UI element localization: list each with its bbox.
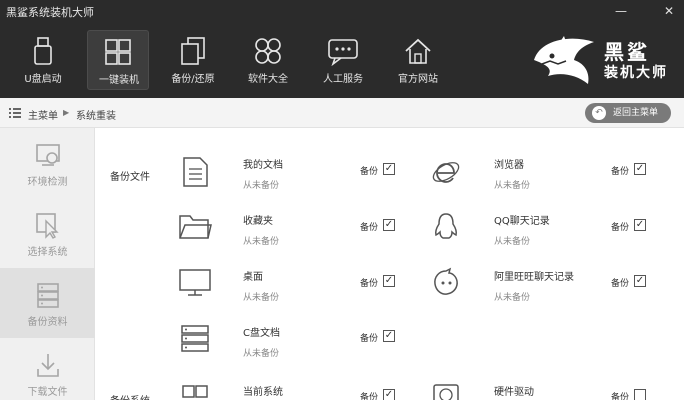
backup-label: 备份 — [360, 223, 379, 233]
sidebar: 环境检测 选择系统 备份资料 下载文件 — [0, 128, 95, 400]
back-button-label: 返回主菜单 — [613, 108, 659, 118]
apps-grid-icon — [255, 38, 281, 64]
item-title-c-drive-docs: C盘文档 — [243, 328, 280, 339]
backup-label: 备份 — [360, 334, 379, 344]
item-status: 从未备份 — [494, 293, 531, 303]
checkbox-current-system[interactable]: ✓ — [383, 389, 395, 400]
drive-stack-icon — [181, 325, 209, 352]
list-menu-icon — [9, 108, 21, 118]
backup-label: 备份 — [360, 279, 379, 289]
item-status: 从未备份 — [243, 237, 280, 247]
checkbox-browser[interactable]: ✓ — [634, 163, 646, 175]
home-icon — [405, 38, 431, 64]
minimize-icon[interactable]: — — [612, 4, 630, 18]
nav-label: 一键装机 — [99, 75, 139, 86]
windows-icon — [105, 39, 131, 65]
wangwang-icon — [434, 267, 458, 295]
back-to-main-button[interactable]: ↶ 返回主菜单 — [585, 103, 671, 123]
item-title-desktop: 桌面 — [243, 272, 263, 283]
folder-icon — [179, 215, 212, 239]
checkbox-my-documents[interactable]: ✓ — [383, 163, 395, 175]
checkbox-hardware-driver[interactable] — [634, 389, 646, 400]
item-title-current-system: 当前系统 — [243, 387, 283, 398]
breadcrumb-home[interactable]: 主菜单 — [28, 107, 58, 122]
windows-icon — [182, 385, 208, 398]
backup-label: 备份 — [611, 223, 630, 233]
backup-label: 备份 — [360, 167, 379, 177]
nav-label: 人工服务 — [323, 74, 363, 85]
close-icon[interactable]: ✕ — [660, 4, 678, 18]
checkbox-c-drive-docs[interactable]: ✓ — [383, 330, 395, 342]
download-file-icon — [36, 354, 59, 377]
breadcrumb: 主菜单 ▶ 系统重装 — [0, 98, 684, 128]
logo-line1: 黑鲨 — [604, 40, 650, 64]
item-title-aliwangwang-chat: 阿里旺旺聊天记录 — [494, 272, 574, 283]
section-backup-system: 备份系统 — [110, 392, 150, 400]
nav-one-click-install[interactable]: 一键装机 — [87, 30, 149, 90]
item-title-my-documents: 我的文档 — [243, 160, 283, 171]
sidebar-label: 下载文件 — [27, 387, 68, 398]
item-status: 从未备份 — [494, 237, 531, 247]
section-backup-files: 备份文件 — [110, 172, 150, 183]
nav-software[interactable]: 软件大全 — [237, 30, 299, 90]
sidebar-label: 环境检测 — [27, 177, 68, 188]
sidebar-label: 备份资料 — [27, 317, 68, 328]
hard-disk-icon — [433, 384, 459, 400]
backup-label: 备份 — [611, 167, 630, 177]
chat-icon — [328, 39, 358, 66]
nav-label: 备份/还原 — [171, 74, 215, 85]
sidebar-label: 选择系统 — [27, 247, 68, 258]
monitor-icon — [179, 269, 211, 296]
nav-label: 官方网站 — [398, 74, 438, 85]
app-title: 黑鲨系统装机大师 — [6, 6, 94, 19]
backup-label: 备份 — [611, 393, 630, 400]
brand-logo: 黑鲨 装机大师 — [530, 30, 680, 88]
breadcrumb-separator: ▶ — [63, 108, 70, 117]
checkbox-favorites[interactable]: ✓ — [383, 219, 395, 231]
item-status: 从未备份 — [243, 293, 280, 303]
shark-logo-icon — [534, 36, 594, 84]
checkbox-aliwangwang-chat[interactable]: ✓ — [634, 275, 646, 287]
nav-label: 软件大全 — [248, 74, 288, 85]
nav-manual-service[interactable]: 人工服务 — [312, 30, 374, 90]
item-title-hardware-driver: 硬件驱动 — [494, 387, 534, 398]
item-title-favorites: 收藏夹 — [243, 216, 273, 227]
item-status: 从未备份 — [494, 181, 531, 191]
nav-backup-restore[interactable]: 备份/还原 — [162, 30, 224, 90]
sidebar-item-environment-check[interactable]: 环境检测 — [0, 128, 95, 198]
breadcrumb-current: 系统重装 — [76, 111, 116, 122]
checkbox-qq-chat[interactable]: ✓ — [634, 219, 646, 231]
item-title-browser: 浏览器 — [494, 160, 524, 171]
nav-official-site[interactable]: 官方网站 — [387, 30, 449, 90]
nav-usb-boot[interactable]: U盘启动 — [12, 30, 74, 90]
checkbox-desktop[interactable]: ✓ — [383, 275, 395, 287]
backup-restore-icon — [181, 37, 205, 65]
nav-label: U盘启动 — [24, 74, 62, 85]
header-bar: 黑鲨系统装机大师 — ✕ U盘启动 一键装机 备份/还原 软件大全 人工服务 官… — [0, 0, 684, 98]
item-title-qq-chat: QQ聊天记录 — [494, 216, 550, 227]
select-system-icon — [35, 213, 59, 239]
environment-check-icon — [35, 144, 60, 166]
backup-data-icon — [36, 283, 59, 308]
document-icon — [183, 157, 208, 187]
usb-drive-icon — [34, 37, 52, 65]
item-status: 从未备份 — [243, 349, 280, 359]
sidebar-item-select-system[interactable]: 选择系统 — [0, 198, 95, 268]
backup-label: 备份 — [611, 279, 630, 289]
logo-line2: 装机大师 — [604, 65, 668, 81]
item-status: 从未备份 — [243, 181, 280, 191]
sidebar-item-download-file[interactable]: 下载文件 — [0, 338, 95, 400]
back-arrow-icon: ↶ — [592, 106, 606, 120]
sidebar-item-backup-data[interactable]: 备份资料 — [0, 268, 95, 338]
qq-penguin-icon — [435, 213, 457, 239]
backup-label: 备份 — [360, 393, 379, 400]
ie-browser-icon — [432, 162, 460, 183]
